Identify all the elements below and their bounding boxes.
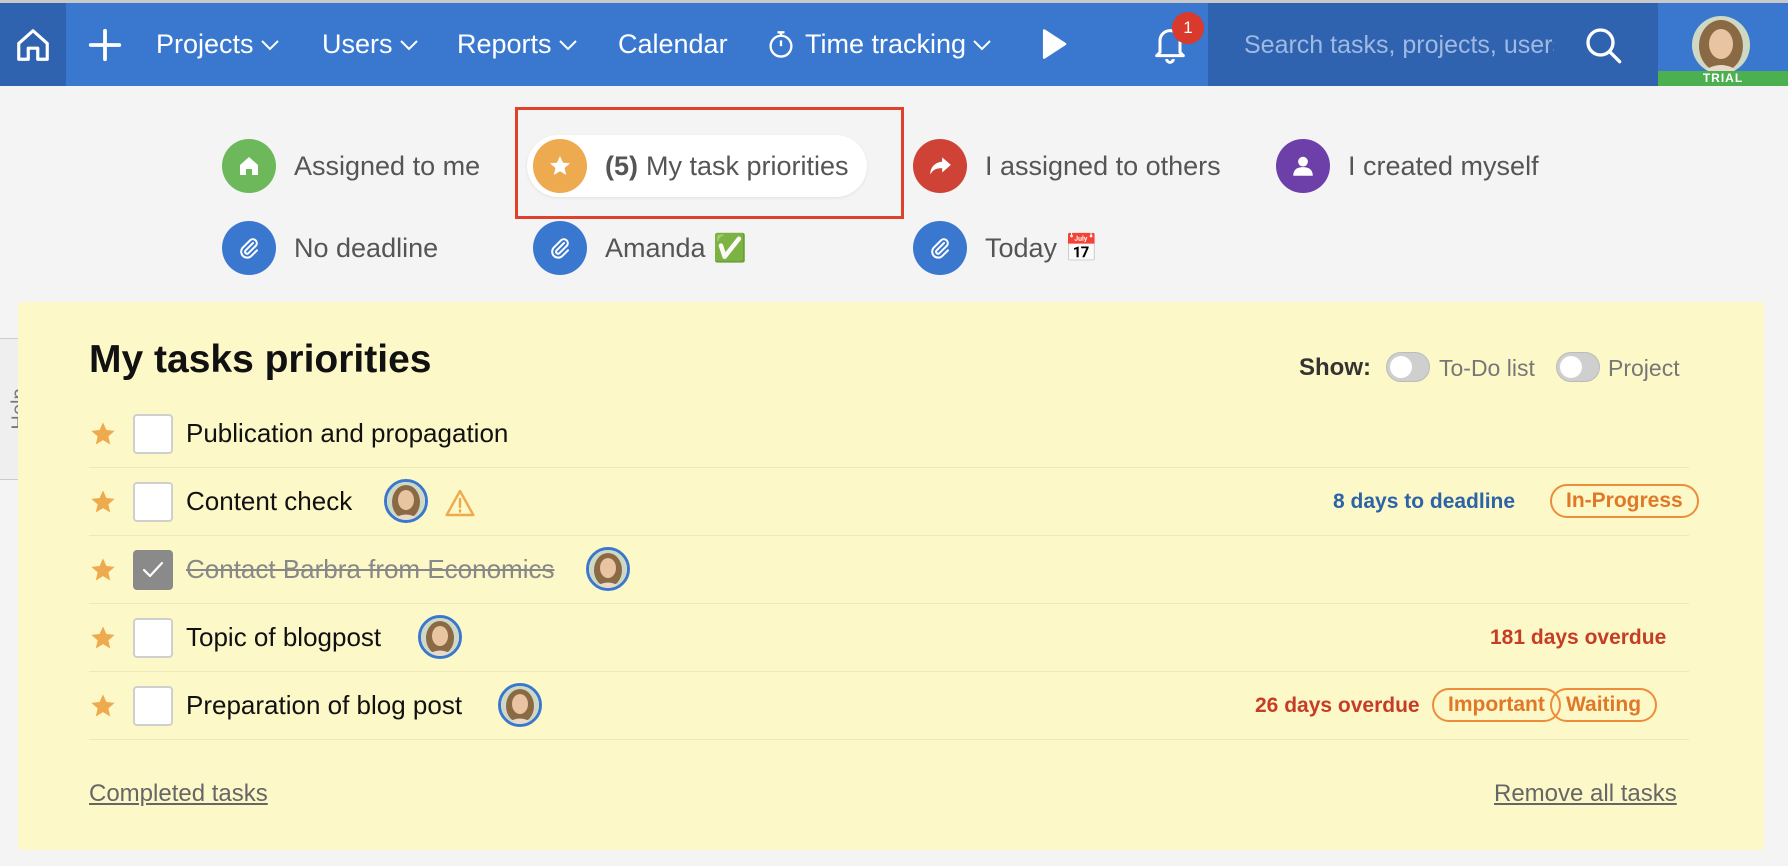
start-timer-button[interactable] bbox=[1040, 28, 1068, 65]
trial-badge: TRIAL bbox=[1658, 71, 1788, 86]
project-toggle-label: Project bbox=[1608, 355, 1680, 381]
task-title[interactable]: Preparation of blog post bbox=[186, 690, 462, 721]
filter-amanda[interactable]: Amanda ✅ bbox=[533, 217, 747, 279]
chevron-down-icon bbox=[558, 39, 577, 50]
filter-i-assigned-to-others[interactable]: I assigned to others bbox=[913, 135, 1221, 197]
filter-icon-circle bbox=[913, 221, 967, 275]
task-title[interactable]: Contact Barbra from Economics bbox=[186, 554, 554, 585]
paperclip-icon bbox=[240, 238, 258, 259]
task-row: Contact Barbra from Economics bbox=[89, 536, 1689, 604]
play-icon bbox=[1042, 29, 1067, 59]
nav-reports-label: Reports bbox=[457, 29, 552, 59]
assignee-avatar bbox=[498, 683, 542, 727]
filter-label: Today 📅 bbox=[985, 233, 1099, 263]
checkmark-icon bbox=[142, 561, 164, 578]
completed-tasks-link[interactable]: Completed tasks bbox=[89, 780, 268, 808]
task-row: Publication and propagation bbox=[89, 400, 1689, 468]
person-icon bbox=[1293, 156, 1313, 176]
task-priorities-panel: My tasks priorities Show: To-Do list Pro… bbox=[18, 302, 1764, 850]
filter-today[interactable]: Today 📅 bbox=[913, 217, 1098, 279]
task-row: Preparation of blog post 26 days overdue… bbox=[89, 672, 1689, 740]
assignee-avatar bbox=[418, 615, 462, 659]
task-title[interactable]: Publication and propagation bbox=[186, 418, 508, 449]
filter-label: No deadline bbox=[294, 232, 439, 263]
home-icon bbox=[17, 28, 49, 61]
remove-all-tasks-link[interactable]: Remove all tasks bbox=[1494, 780, 1677, 808]
panel-title: My tasks priorities bbox=[89, 338, 432, 381]
filter-label: Amanda ✅ bbox=[605, 233, 747, 263]
deadline-text: 8 days to deadline bbox=[1333, 490, 1516, 513]
task-checkbox[interactable] bbox=[133, 618, 173, 658]
task-row: Topic of blogpost 181 days overdue bbox=[89, 604, 1689, 672]
search-icon[interactable] bbox=[1583, 25, 1623, 65]
nav-users-label: Users bbox=[322, 29, 393, 59]
filter-i-created-myself[interactable]: I created myself bbox=[1276, 135, 1539, 197]
assignee-avatar bbox=[384, 479, 428, 523]
highlight-annotation-box bbox=[515, 107, 904, 219]
status-tag[interactable]: In-Progress bbox=[1550, 484, 1699, 518]
add-button[interactable] bbox=[80, 3, 130, 86]
assignee-avatar bbox=[586, 547, 630, 591]
nav-reports[interactable]: Reports bbox=[457, 3, 578, 86]
filter-icon-circle bbox=[533, 221, 587, 275]
warning-icon bbox=[445, 489, 475, 517]
filter-icon-circle bbox=[1276, 139, 1330, 193]
paperclip-icon bbox=[551, 238, 569, 259]
home-icon bbox=[240, 157, 258, 175]
task-checkbox[interactable] bbox=[133, 686, 173, 726]
nav-calendar[interactable]: Calendar bbox=[618, 3, 728, 86]
status-tag[interactable]: Waiting bbox=[1550, 688, 1658, 722]
paperclip-icon bbox=[931, 238, 949, 259]
filter-icon-circle bbox=[222, 139, 276, 193]
search-input[interactable] bbox=[1244, 25, 1554, 65]
task-checkbox[interactable] bbox=[133, 414, 173, 454]
star-icon[interactable] bbox=[89, 488, 117, 516]
project-toggle[interactable] bbox=[1556, 352, 1600, 382]
search-box bbox=[1208, 3, 1658, 86]
task-checkbox-checked[interactable] bbox=[133, 550, 173, 590]
chevron-down-icon bbox=[260, 39, 279, 50]
nav-users[interactable]: Users bbox=[322, 3, 419, 86]
avatar-image bbox=[1692, 16, 1750, 74]
task-checkbox[interactable] bbox=[133, 482, 173, 522]
filter-label: Assigned to me bbox=[294, 150, 481, 181]
nav-projects[interactable]: Projects bbox=[156, 3, 280, 86]
task-title[interactable]: Topic of blogpost bbox=[186, 622, 381, 653]
todo-list-toggle-label: To-Do list bbox=[1439, 355, 1535, 381]
priority-tag[interactable]: Important bbox=[1432, 688, 1561, 722]
filter-icon-circle bbox=[222, 221, 276, 275]
star-icon[interactable] bbox=[89, 692, 117, 720]
task-row: Content check 8 days to deadline In-Prog… bbox=[89, 468, 1699, 536]
star-icon[interactable] bbox=[89, 624, 117, 652]
filter-no-deadline[interactable]: No deadline bbox=[222, 217, 438, 279]
chevron-down-icon bbox=[399, 39, 418, 50]
todo-list-toggle[interactable] bbox=[1386, 352, 1430, 382]
notification-count-badge: 1 bbox=[1172, 12, 1204, 44]
filter-assigned-to-me[interactable]: Assigned to me bbox=[222, 135, 480, 197]
stopwatch-icon bbox=[769, 30, 793, 58]
chevron-down-icon bbox=[973, 39, 991, 50]
nav-time-tracking[interactable]: Time tracking bbox=[767, 3, 992, 86]
nav-calendar-label: Calendar bbox=[618, 29, 728, 59]
nav-time-tracking-label: Time tracking bbox=[805, 29, 967, 59]
star-icon[interactable] bbox=[89, 556, 117, 584]
share-arrow-icon bbox=[930, 157, 951, 175]
filter-icon-circle bbox=[913, 139, 967, 193]
deadline-text: 26 days overdue bbox=[1255, 694, 1420, 717]
task-title[interactable]: Content check bbox=[186, 486, 352, 517]
home-button[interactable] bbox=[0, 3, 66, 86]
filter-label: I created myself bbox=[1348, 150, 1539, 181]
filter-label: I assigned to others bbox=[985, 150, 1221, 181]
show-label: Show: bbox=[1299, 354, 1371, 381]
star-icon[interactable] bbox=[89, 420, 117, 448]
deadline-text: 181 days overdue bbox=[1490, 626, 1667, 649]
user-avatar[interactable] bbox=[1692, 16, 1750, 74]
plus-icon bbox=[88, 28, 122, 61]
nav-projects-label: Projects bbox=[156, 29, 254, 59]
